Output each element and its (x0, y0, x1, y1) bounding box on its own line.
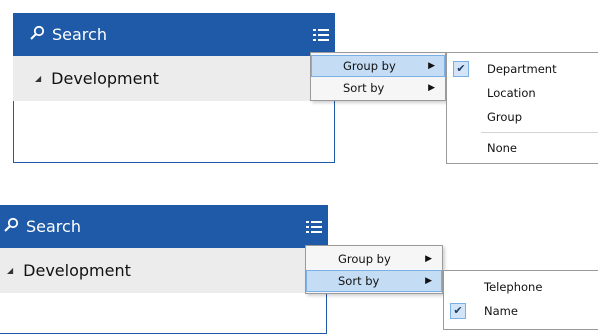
group-row-development[interactable]: ◢ Development (0, 248, 328, 293)
menu-item-sort-by[interactable]: Sort by ▶ (306, 270, 442, 292)
menu-item-label: Group by (338, 252, 391, 266)
submenu-item-label: Telephone (484, 280, 543, 294)
submenu-arrow-icon: ▶ (425, 276, 432, 286)
menu-icon[interactable] (306, 220, 322, 234)
menu-item-sort-by[interactable]: Sort by ▶ (311, 77, 445, 99)
menu-icon[interactable] (313, 28, 329, 42)
submenu-item-label: None (487, 141, 518, 155)
menu-item-label: Group by (343, 59, 396, 73)
submenu-arrow-icon: ▶ (428, 61, 435, 71)
submenu-item-label: Department (487, 62, 557, 76)
submenu-item-location[interactable]: Location (447, 81, 598, 105)
submenu-arrow-icon: ▶ (428, 83, 435, 93)
list-area (0, 293, 327, 334)
submenu-item-label: Name (484, 304, 518, 318)
search-header[interactable]: Search (0, 205, 328, 248)
menu-separator (481, 132, 598, 133)
search-header[interactable]: Search (13, 13, 335, 56)
search-label: Search (26, 217, 81, 236)
submenu-item-department[interactable]: ✔ Department (447, 57, 598, 81)
options-menu: Group by ▶ Sort by ▶ (310, 52, 446, 101)
menu-item-label: Sort by (338, 274, 380, 288)
search-label: Search (52, 25, 107, 44)
submenu-item-group[interactable]: Group (447, 105, 598, 129)
options-menu: Group by ▶ Sort by ▶ (305, 245, 443, 294)
submenu-item-name[interactable]: ✔ Name (444, 299, 598, 323)
submenu-item-telephone[interactable]: Telephone (444, 275, 598, 299)
menu-item-group-by[interactable]: Group by ▶ (306, 248, 442, 270)
submenu-item-label: Location (487, 86, 536, 100)
group-title: Development (51, 69, 159, 88)
group-row-development[interactable]: ◢ Development (13, 56, 335, 101)
sort-by-submenu: Telephone ✔ Name (443, 270, 598, 330)
menu-item-group-by[interactable]: Group by ▶ (311, 55, 445, 77)
menu-item-label: Sort by (343, 81, 385, 95)
list-area (13, 101, 335, 163)
group-title: Development (23, 261, 131, 280)
search-icon (3, 217, 19, 237)
group-by-submenu: ✔ Department Location Group None (446, 52, 598, 164)
checkmark-icon: ✔ (450, 303, 466, 319)
checkmark-icon: ✔ (453, 61, 469, 77)
collapse-icon[interactable]: ◢ (35, 74, 41, 83)
submenu-item-label: Group (487, 110, 523, 124)
submenu-arrow-icon: ▶ (425, 254, 432, 264)
search-icon (29, 25, 45, 45)
collapse-icon[interactable]: ◢ (7, 266, 13, 275)
submenu-item-none[interactable]: None (447, 136, 598, 160)
